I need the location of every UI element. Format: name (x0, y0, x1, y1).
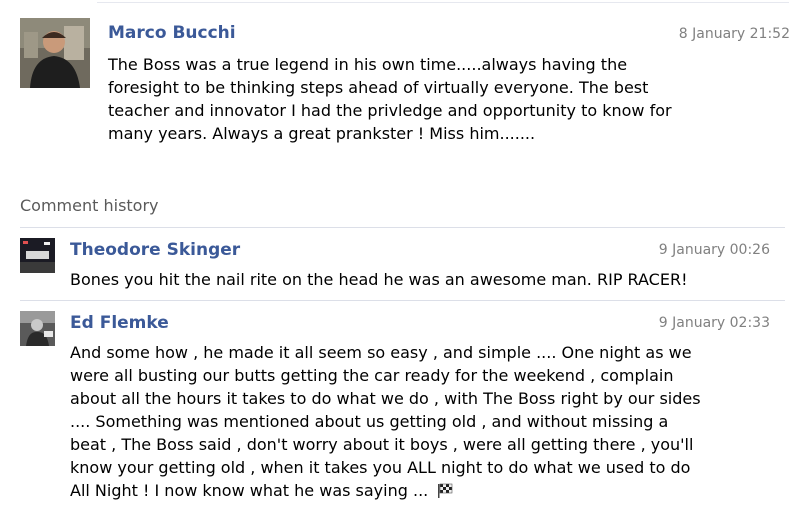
comment-item: Theodore Skinger 9 January 00:26 Bones y… (20, 238, 785, 298)
comment-text-line-last: All Night ! I now know what he was sayin… (70, 479, 785, 504)
comment-text-line: Bones you hit the nail rite on the head … (70, 270, 688, 289)
timestamp[interactable]: 9 January 02:33 (659, 315, 770, 331)
post-text: The Boss was a true legend in his own ti… (108, 53, 790, 145)
divider (20, 227, 785, 228)
avatar[interactable] (20, 18, 90, 88)
comment-text: Bones you hit the nail rite on the head … (70, 268, 785, 291)
timestamp[interactable]: 9 January 00:26 (659, 242, 770, 258)
comment-text-line: And some how , he made it all seem so ea… (70, 343, 692, 362)
divider (20, 300, 785, 301)
comment-item: Ed Flemke 9 January 02:33 And some how ,… (20, 311, 785, 510)
post-text-line: teacher and innovator I had the privledg… (108, 101, 672, 120)
main-post: Marco Bucchi 8 January 21:52 The Boss wa… (20, 18, 790, 168)
author-name[interactable]: Theodore Skinger (70, 240, 240, 260)
author-name[interactable]: Marco Bucchi (108, 23, 236, 43)
timestamp[interactable]: 8 January 21:52 (679, 26, 790, 42)
comment-text-line: All Night ! I now know what he was sayin… (70, 481, 429, 500)
post-text-line: The Boss was a true legend in his own ti… (108, 55, 628, 74)
top-divider (97, 2, 789, 3)
comment-text-line: about all the hours it takes to do what … (70, 389, 701, 408)
comment-text: And some how , he made it all seem so ea… (70, 341, 785, 504)
author-name[interactable]: Ed Flemke (70, 313, 169, 333)
avatar[interactable] (20, 238, 55, 273)
checkered-flag-icon (437, 481, 453, 504)
avatar[interactable] (20, 311, 55, 346)
comment-text-line: were all busting our butts getting the c… (70, 366, 674, 385)
post-text-line: many years. Always a great prankster ! M… (108, 124, 536, 143)
comment-text-line: .... Something was mentioned about us ge… (70, 412, 669, 431)
comment-text-line: know your getting old , when it takes yo… (70, 458, 691, 477)
post-text-line: foresight to be thinking steps ahead of … (108, 78, 649, 97)
comment-history-heading: Comment history (20, 196, 159, 215)
comment-text-line: beat , The Boss said , don't worry about… (70, 435, 694, 454)
